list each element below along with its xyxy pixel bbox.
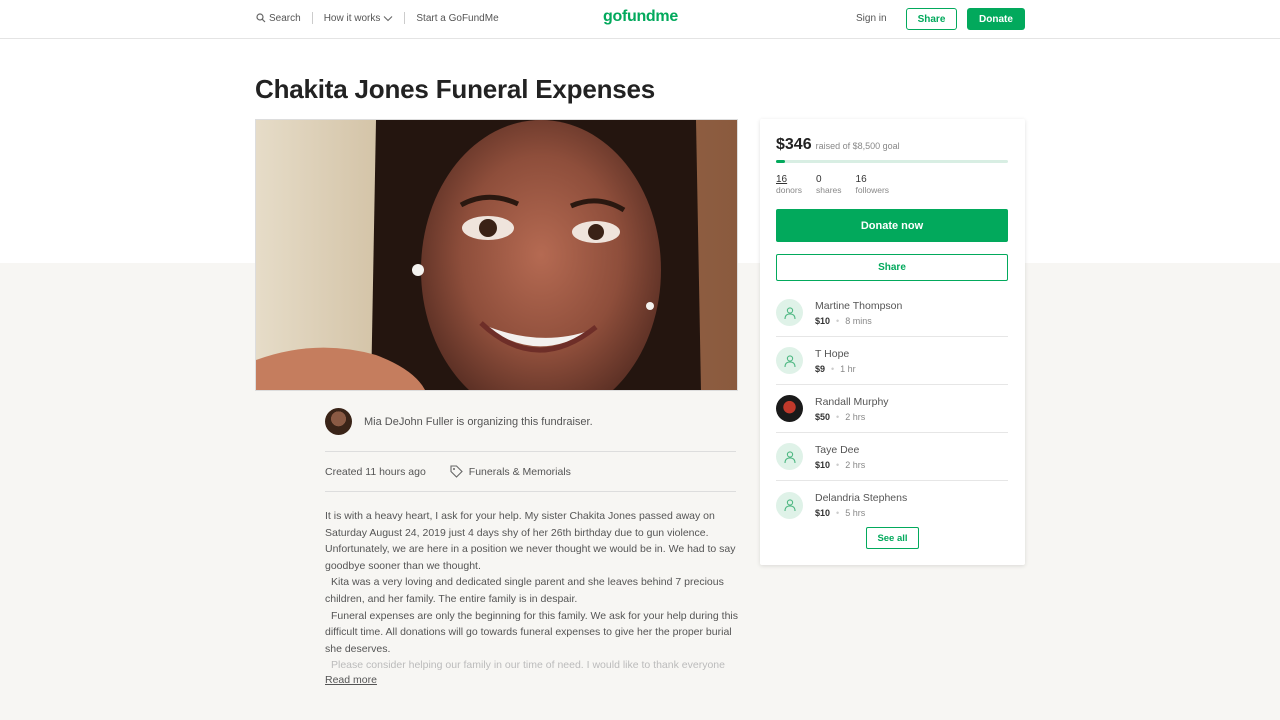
separator-dot: •: [836, 459, 840, 470]
person-icon: [783, 450, 796, 463]
stat-donors[interactable]: 16 donors: [776, 174, 802, 195]
donation-amount: $50: [815, 411, 831, 422]
start-gofundme-label: Start a GoFundMe: [416, 12, 499, 24]
stat-label: donors: [776, 185, 802, 195]
organizer-text: Mia DeJohn Fuller is organizing this fun…: [364, 415, 593, 428]
separator-dot: •: [836, 508, 840, 518]
gofundme-logo[interactable]: gofundme: [603, 8, 678, 26]
person-icon: [783, 306, 796, 319]
donate-now-button[interactable]: Donate now: [776, 209, 1008, 242]
stat-label: shares: [816, 185, 842, 195]
search-icon: [256, 13, 266, 23]
stat-number: 16: [776, 174, 788, 185]
stat-label: followers: [855, 185, 890, 195]
nav-divider: [311, 12, 313, 24]
stat-number: 0: [816, 174, 822, 185]
start-gofundme-link[interactable]: Start a GoFundMe: [416, 13, 498, 24]
donor-info: T Hope $9 • 1 hr: [815, 348, 856, 374]
donation-amount: $10: [815, 459, 831, 470]
person-icon: [783, 499, 796, 512]
story-paragraph-faded: Please consider helping our family in ou…: [331, 659, 725, 672]
donor-avatar: [776, 443, 803, 470]
stat-shares: 0 shares: [816, 174, 842, 195]
campaign-meta: Created 11 hours ago Funerals & Memorial…: [325, 465, 571, 478]
separator-dot: •: [836, 315, 840, 326]
progress-bar-fill: [776, 160, 786, 163]
donor-avatar-photo: [776, 395, 803, 422]
tag-icon: [450, 465, 463, 478]
donor-avatar: [776, 491, 803, 519]
donation-card: $346 raised of $8,500 goal 16 donors 0 s…: [760, 119, 1025, 565]
donation-details: $10 • 5 hrs: [815, 508, 907, 518]
donor-info: Delandria Stephens $10 • 5 hrs: [815, 492, 907, 518]
donation-item: Randall Murphy $50 • 2 hrs: [776, 385, 1008, 433]
separator-dot: •: [836, 411, 840, 422]
see-all-button[interactable]: See all: [866, 527, 919, 549]
search-link[interactable]: Search: [256, 13, 301, 24]
donor-name: Taye Dee: [815, 443, 860, 456]
donor-name: Martine Thompson: [815, 299, 903, 312]
donation-details: $10 • 2 hrs: [815, 460, 865, 470]
organizer-avatar[interactable]: [325, 408, 352, 435]
donor-info: Taye Dee $10 • 2 hrs: [815, 444, 865, 470]
story-paragraph: Kita was a very loving and dedicated sin…: [325, 576, 724, 605]
how-it-works-label: How it works: [323, 12, 381, 24]
nav-divider: [404, 12, 406, 24]
search-label: Search: [269, 12, 301, 24]
donation-item: Delandria Stephens $10 • 5 hrs: [776, 481, 1008, 529]
donation-details: $50 • 2 hrs: [815, 412, 889, 422]
sign-in-link[interactable]: Sign in: [856, 13, 887, 24]
separator-dot: •: [831, 363, 835, 374]
how-it-works-menu[interactable]: How it works: [324, 13, 394, 24]
recent-donations-list: Martine Thompson $10 • 8 mins T Hope $9 …: [776, 289, 1008, 529]
donation-amount: $10: [815, 315, 831, 326]
donation-time: 1 hr: [840, 363, 856, 374]
progress-bar: [776, 160, 1008, 163]
donation-amount: $9: [815, 363, 826, 374]
share-button[interactable]: Share: [906, 8, 957, 30]
donor-name: T Hope: [815, 347, 850, 360]
divider: [325, 451, 736, 452]
nav-left: Search How it works Start a GoFundMe: [256, 12, 499, 24]
story-paragraph: It is with a heavy heart, I ask for your…: [325, 510, 736, 572]
created-time: Created 11 hours ago: [325, 465, 426, 478]
divider: [325, 491, 736, 492]
donor-info: Martine Thompson $10 • 8 mins: [815, 300, 902, 326]
donation-time: 2 hrs: [845, 411, 866, 422]
top-navigation: Search How it works Start a GoFundMe gof…: [0, 0, 1280, 39]
amount-raised-row: $346 raised of $8,500 goal: [776, 136, 900, 154]
donation-item: T Hope $9 • 1 hr: [776, 337, 1008, 385]
category-link[interactable]: Funerals & Memorials: [450, 465, 571, 478]
donation-time: 2 hrs: [845, 459, 866, 470]
amount-raised: $346: [776, 136, 812, 153]
stat-followers: 16 followers: [856, 174, 890, 195]
donation-details: $10 • 8 mins: [815, 316, 902, 326]
donation-amount: $10: [815, 508, 831, 518]
campaign-photo[interactable]: [255, 119, 738, 391]
donation-time: 5 hrs: [845, 508, 866, 518]
campaign-title: Chakita Jones Funeral Expenses: [255, 74, 656, 104]
campaign-stats: 16 donors 0 shares 16 followers: [776, 174, 889, 195]
goal-text: raised of $8,500 goal: [815, 141, 900, 151]
read-more-link[interactable]: Read more: [325, 674, 377, 686]
organizer-row: Mia DeJohn Fuller is organizing this fun…: [325, 408, 593, 435]
donation-details: $9 • 1 hr: [815, 364, 856, 374]
campaign-photo-image: [256, 120, 737, 390]
chevron-down-icon: [383, 15, 393, 21]
campaign-story: It is with a heavy heart, I ask for your…: [325, 508, 740, 673]
donor-name: Delandria Stephens: [815, 492, 908, 504]
share-campaign-button[interactable]: Share: [776, 254, 1008, 281]
category-label: Funerals & Memorials: [468, 465, 571, 478]
donation-item: Taye Dee $10 • 2 hrs: [776, 433, 1008, 481]
stat-number: 16: [855, 174, 867, 185]
donation-time: 8 mins: [845, 315, 872, 326]
donate-button[interactable]: Donate: [967, 8, 1025, 30]
donor-info: Randall Murphy $50 • 2 hrs: [815, 396, 889, 422]
donor-avatar: [776, 347, 803, 374]
donor-name: Randall Murphy: [815, 395, 889, 408]
donation-item: Martine Thompson $10 • 8 mins: [776, 289, 1008, 337]
donor-avatar: [776, 299, 803, 326]
story-paragraph: Funeral expenses are only the beginning …: [325, 609, 738, 655]
person-icon: [783, 354, 796, 367]
